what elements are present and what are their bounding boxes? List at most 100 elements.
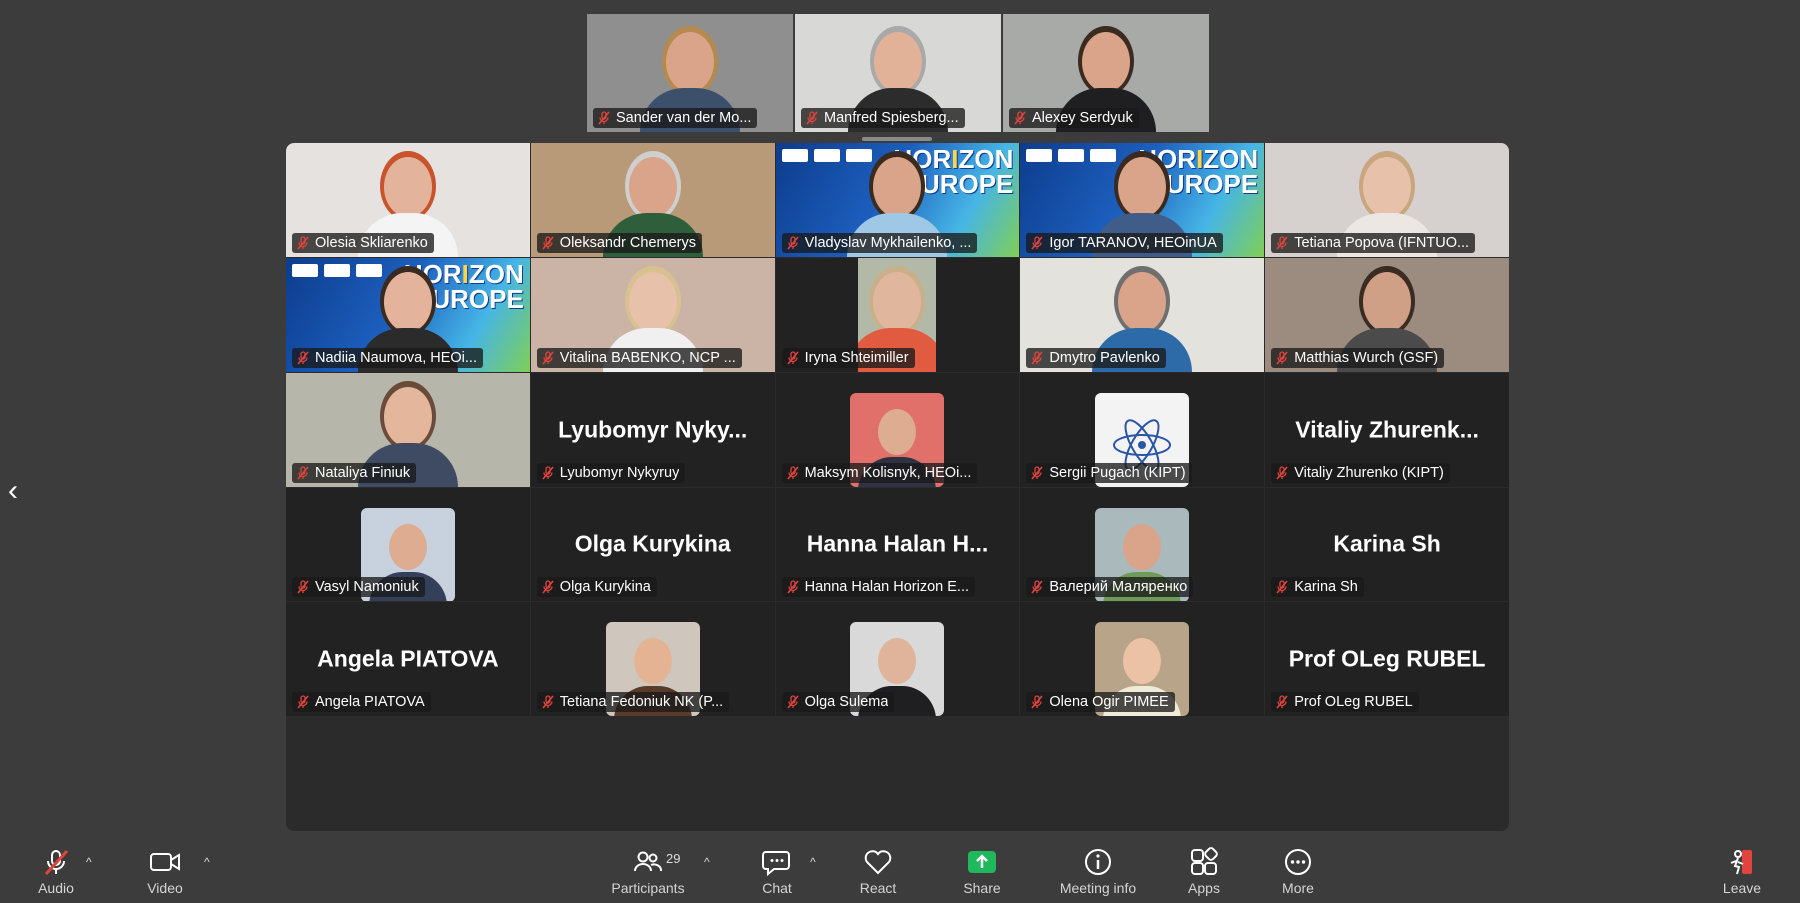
participant-tile[interactable]: HORIZON EUROPE Vladyslav Mykhailenko, ... bbox=[775, 143, 1020, 257]
participant-name-label: Maksym Kolisnyk, HEOi... bbox=[781, 462, 978, 483]
participant-video-tile[interactable]: Manfred Spiesberg... bbox=[795, 14, 1001, 132]
meeting-info-button[interactable]: Meeting info bbox=[1053, 845, 1143, 896]
participant-tile[interactable]: Vitaliy Zhurenk... Vitaliy Zhurenko (KIPT… bbox=[1265, 372, 1509, 487]
participant-tile[interactable]: Olga Kurykina Olga Kurykina bbox=[530, 487, 775, 602]
caret-up-icon[interactable]: ^ bbox=[204, 855, 210, 869]
participant-name-label: Iryna Shteimiller bbox=[781, 347, 915, 368]
participant-tile[interactable]: Dmytro Pavlenko bbox=[1020, 257, 1265, 372]
video-icon bbox=[149, 845, 181, 879]
participant-tile[interactable]: Iryna Shteimiller bbox=[775, 257, 1020, 372]
participant-display-name: Olga Kurykina bbox=[574, 530, 731, 557]
participant-tile[interactable]: Olga Sulema bbox=[775, 602, 1020, 717]
video-label: Video bbox=[147, 880, 183, 896]
participant-name: Sander van der Mo... bbox=[616, 110, 752, 126]
participant-name: Olesia Skliarenko bbox=[315, 234, 428, 251]
participant-name: Igor TARANOV, HEOinUA bbox=[1049, 234, 1217, 251]
apps-button[interactable]: Apps bbox=[1164, 845, 1244, 896]
mic-muted-icon bbox=[786, 236, 800, 250]
participant-video-tile[interactable]: Sander van der Mo... bbox=[587, 14, 793, 132]
participant-display-name: Karina Sh bbox=[1333, 530, 1441, 557]
chevron-left-icon[interactable]: ‹ bbox=[8, 474, 18, 508]
participant-name-label: Nataliya Finiuk bbox=[292, 462, 417, 483]
mic-muted-icon bbox=[296, 351, 310, 365]
mic-muted-icon bbox=[1275, 695, 1289, 709]
participant-name-label: Matthias Wurch (GSF) bbox=[1271, 347, 1445, 368]
mic-muted-icon bbox=[541, 580, 555, 594]
more-icon bbox=[1283, 845, 1313, 879]
participant-display-name: Lyubomyr Nyky... bbox=[558, 416, 748, 443]
caret-up-icon[interactable]: ^ bbox=[86, 855, 92, 869]
participant-tile[interactable]: Prof OLeg RUBEL Prof OLeg RUBEL bbox=[1265, 602, 1509, 717]
participant-tile[interactable]: Oleksandr Chemerys bbox=[530, 143, 775, 257]
participant-name: Matthias Wurch (GSF) bbox=[1294, 349, 1439, 366]
meeting-info-label: Meeting info bbox=[1059, 880, 1137, 896]
more-button[interactable]: More bbox=[1258, 845, 1338, 896]
participant-name-label: Vitalina BABENKO, NCP ... bbox=[536, 347, 742, 368]
mic-muted-icon bbox=[541, 695, 555, 709]
participant-name-label: Vitaliy Zhurenko (KIPT) bbox=[1271, 462, 1450, 483]
mic-muted-icon bbox=[1275, 236, 1289, 250]
mic-muted-icon bbox=[41, 845, 71, 879]
participant-name: Prof OLeg RUBEL bbox=[1294, 694, 1413, 711]
caret-up-icon[interactable]: ^ bbox=[704, 855, 710, 869]
participant-tile[interactable]: Lyubomyr Nyky... Lyubomyr Nykyruy bbox=[530, 372, 775, 487]
participant-name-label: Vladyslav Mykhailenko, ... bbox=[781, 232, 978, 253]
participant-name-label: Prof OLeg RUBEL bbox=[1271, 692, 1419, 713]
mic-muted-icon bbox=[1030, 580, 1044, 594]
participant-display-name: Angela PIATOVA bbox=[317, 645, 499, 672]
participant-name-label: Olena Ogir PIMEE bbox=[1026, 692, 1175, 713]
info-icon bbox=[1083, 845, 1113, 879]
participant-tile[interactable]: Tetiana Fedoniuk NK (P... bbox=[530, 602, 775, 717]
chat-label: Chat bbox=[762, 880, 792, 896]
audio-button[interactable]: Audio bbox=[16, 845, 96, 896]
participant-tile[interactable]: Sergii Pugach (KIPT) bbox=[1020, 372, 1265, 487]
participant-tile[interactable]: Olena Ogir PIMEE bbox=[1020, 602, 1265, 717]
mic-muted-icon bbox=[1030, 236, 1044, 250]
participant-tile[interactable]: Matthias Wurch (GSF) bbox=[1265, 257, 1509, 372]
participant-name-label: Vasyl Namoniuk bbox=[292, 577, 425, 598]
more-label: More bbox=[1282, 880, 1314, 896]
participants-count: 29 bbox=[666, 851, 681, 866]
participant-tile[interactable]: Maksym Kolisnyk, HEOi... bbox=[775, 372, 1020, 487]
participant-name: Manfred Spiesberg... bbox=[824, 110, 959, 126]
participant-tile[interactable]: Vasyl Namoniuk bbox=[286, 487, 530, 602]
participant-name: Vitalina BABENKO, NCP ... bbox=[559, 349, 736, 366]
participants-label: Participants bbox=[611, 880, 685, 896]
leave-label: Leave bbox=[1722, 880, 1762, 896]
meeting-toolbar: Audio ^ Video ^ Participants 29 ^ Chat ^… bbox=[0, 843, 1800, 903]
mic-muted-icon bbox=[786, 580, 800, 594]
participant-tile[interactable]: HORIZON EUROPE Igor TARANOV, HEOinUA bbox=[1020, 143, 1265, 257]
participant-tile[interactable]: Валерий Маляренко bbox=[1020, 487, 1265, 602]
share-button[interactable]: Share bbox=[942, 845, 1022, 896]
participant-tile[interactable]: HORIZON EUROPE Nadiia Naumova, HEOi... bbox=[286, 257, 530, 372]
participant-display-name: Vitaliy Zhurenk... bbox=[1295, 416, 1479, 443]
caret-up-icon[interactable]: ^ bbox=[810, 855, 816, 869]
mic-muted-icon bbox=[541, 351, 555, 365]
participant-tile[interactable]: Nataliya Finiuk bbox=[286, 372, 530, 487]
participant-video-tile[interactable]: Alexey Serdyuk bbox=[1003, 14, 1209, 132]
participant-tile[interactable]: Angela PIATOVA Angela PIATOVA bbox=[286, 602, 530, 717]
leave-button[interactable]: Leave bbox=[1702, 845, 1782, 896]
participant-name-label: Olesia Skliarenko bbox=[292, 232, 434, 253]
participant-tile[interactable]: Hanna Halan H... Hanna Halan Horizon E... bbox=[775, 487, 1020, 602]
participant-name: Tetiana Fedoniuk NK (P... bbox=[559, 694, 724, 711]
chat-button[interactable]: Chat bbox=[737, 845, 817, 896]
participant-strip: Sander van der Mo... Manfred Spiesberg...… bbox=[587, 14, 1209, 132]
mic-muted-icon bbox=[296, 580, 310, 594]
react-button[interactable]: React bbox=[838, 845, 918, 896]
participant-tile[interactable]: Karina Sh Karina Sh bbox=[1265, 487, 1509, 602]
participant-name: Vladyslav Mykhailenko, ... bbox=[804, 234, 972, 251]
mic-muted-icon bbox=[786, 695, 800, 709]
participant-tile[interactable]: Olesia Skliarenko bbox=[286, 143, 530, 257]
participant-name-label: Olga Kurykina bbox=[536, 577, 657, 598]
participant-tile[interactable]: Vitalina BABENKO, NCP ... bbox=[530, 257, 775, 372]
video-button[interactable]: Video bbox=[125, 845, 205, 896]
participant-tile[interactable]: Tetiana Popova (IFNTUO... bbox=[1265, 143, 1509, 257]
share-label: Share bbox=[963, 880, 1001, 896]
participant-name-label: Валерий Маляренко bbox=[1026, 577, 1194, 598]
strip-scroll-indicator[interactable] bbox=[862, 137, 932, 141]
mic-muted-icon bbox=[1275, 351, 1289, 365]
participant-name-label: Hanna Halan Horizon E... bbox=[781, 577, 976, 598]
participant-name: Iryna Shteimiller bbox=[804, 349, 909, 366]
mic-muted-icon bbox=[1013, 111, 1027, 125]
